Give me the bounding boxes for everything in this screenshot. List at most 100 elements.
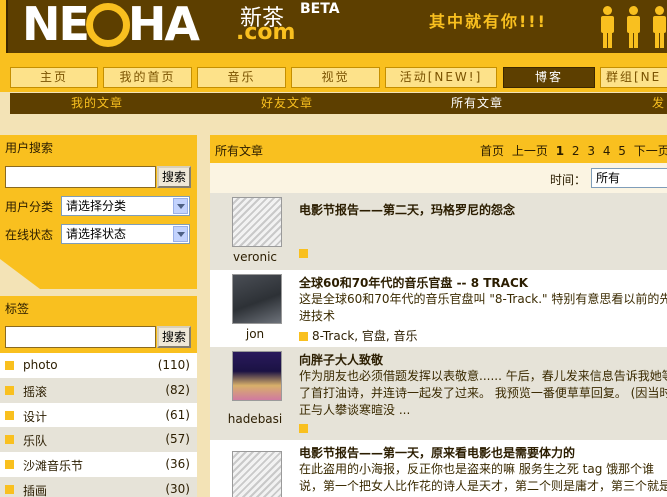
tag-count: (30) <box>165 482 190 496</box>
pager-page-3[interactable]: 3 <box>587 144 595 158</box>
main-nav: 主页 我的首页 音乐 视觉 活动[NEW!] 博客 群组[NE <box>0 62 667 92</box>
chevron-down-icon[interactable] <box>173 226 188 242</box>
tag-item[interactable]: 插画 (30) <box>0 477 197 497</box>
category-select-value: 请选择分类 <box>66 199 127 213</box>
chevron-down-icon[interactable] <box>173 198 188 214</box>
articles-title: 所有文章 <box>215 144 264 158</box>
time-filter-select[interactable]: 所有 <box>591 168 667 188</box>
post-title[interactable]: 全球60和70年代的音乐官盘 -- 8 TRACK <box>299 274 528 291</box>
square-bullet-icon <box>5 386 14 395</box>
post-tags <box>299 421 312 435</box>
square-bullet-icon <box>5 411 14 420</box>
tag-count: (61) <box>165 408 190 422</box>
site-header: NE HA 新茶 BETA .com 其中就有你!!! <box>0 0 667 62</box>
nav-my-home[interactable]: 我的首页 <box>103 67 192 88</box>
status-label: 在线状态 <box>5 228 54 242</box>
tag-item[interactable]: 乐队 (57) <box>0 427 197 452</box>
tag-item[interactable]: 沙滩音乐节 (36) <box>0 452 197 477</box>
avatar[interactable] <box>232 197 282 247</box>
tag-name[interactable]: 摇滚 <box>23 383 47 400</box>
site-logo[interactable]: NE HA <box>22 0 200 52</box>
nav-blog[interactable]: 博客 <box>503 67 595 88</box>
status-select[interactable]: 请选择状态 <box>61 224 190 244</box>
people-icon <box>600 4 667 50</box>
tags-search-panel: 搜索 <box>0 322 197 353</box>
tag-square-icon <box>299 332 308 341</box>
post-item: veronic 电影节报告——第二天，玛格罗尼的怨念 <box>210 193 667 270</box>
square-bullet-icon <box>5 435 14 444</box>
tag-name[interactable]: photo <box>23 358 58 372</box>
logo-text-left: NE <box>22 0 90 51</box>
panel-corner-decoration <box>0 249 197 289</box>
post-tags <box>299 246 312 260</box>
post-excerpt-line: 正与人攀谈寒暄没 ... <box>299 403 411 417</box>
avatar[interactable] <box>232 451 282 497</box>
category-select[interactable]: 请选择分类 <box>61 196 190 216</box>
tag-name[interactable]: 乐队 <box>23 432 47 449</box>
tag-count: (110) <box>157 358 190 372</box>
articles-header: 所有文章 首页 上一页 1 2 3 4 5 下一页 <box>210 135 667 163</box>
pager-page-1[interactable]: 1 <box>556 144 564 158</box>
post-excerpt-line: 进技术 <box>299 309 336 323</box>
post-title[interactable]: 电影节报告——第一天，原来看电影也是需要体力的 <box>299 444 575 461</box>
pager-first[interactable]: 首页 <box>480 144 504 158</box>
tag-name[interactable]: 插画 <box>23 482 47 497</box>
avatar[interactable] <box>232 274 282 324</box>
tag-square-icon <box>299 249 308 258</box>
square-bullet-icon <box>5 361 14 370</box>
post-tag-list[interactable]: 8-Track, 官盘, 音乐 <box>312 329 418 343</box>
tag-name[interactable]: 设计 <box>23 408 47 425</box>
tag-item[interactable]: 设计 (61) <box>0 403 197 428</box>
time-filter-value: 所有 <box>596 171 621 185</box>
post-title[interactable]: 电影节报告——第二天，玛格罗尼的怨念 <box>299 201 515 218</box>
post-item: jon 全球60和70年代的音乐官盘 -- 8 TRACK 这是全球60和70年… <box>210 270 667 347</box>
post-excerpt-line: 在此盗用的小海报，反正你也是盗来的嘛 服务生之死 tag 饿那个谁 <box>299 462 655 476</box>
post-author[interactable]: veronic <box>210 250 300 264</box>
pager-page-4[interactable]: 4 <box>603 144 611 158</box>
nav-music[interactable]: 音乐 <box>197 67 286 88</box>
logo-ring-icon <box>85 2 130 47</box>
subnav-friend-articles[interactable]: 好友文章 <box>261 93 313 114</box>
square-bullet-icon <box>5 460 14 469</box>
nav-visual[interactable]: 视觉 <box>291 67 380 88</box>
post-author[interactable]: jon <box>210 327 300 341</box>
post-tags: 8-Track, 官盘, 音乐 <box>299 327 418 344</box>
post-item: hadebasi 向胖子大人致敬 作为朋友也必须借题发挥以表敬意...... 午… <box>210 347 667 440</box>
post-excerpt-line: 这是全球60和70年代的音乐官盘叫 "8-Track." 特别有意思看以前的先 <box>299 292 667 306</box>
pagination: 首页 上一页 1 2 3 4 5 下一页 <box>480 142 667 159</box>
nav-events[interactable]: 活动[NEW!] <box>385 67 497 88</box>
avatar[interactable] <box>232 351 282 401</box>
user-search-panel: 搜索 用户分类 请选择分类 在线状态 请选择状态 <box>0 161 197 249</box>
tag-count: (82) <box>165 383 190 397</box>
post-author[interactable]: hadebasi <box>210 412 300 426</box>
category-label: 用户分类 <box>5 200 54 214</box>
logo-text-right: HA <box>127 0 200 51</box>
pager-page-5[interactable]: 5 <box>618 144 626 158</box>
tag-search-button[interactable]: 搜索 <box>157 326 191 348</box>
user-search-input[interactable] <box>5 166 156 188</box>
header-slogan: 其中就有你!!! <box>429 12 547 31</box>
header-bar: NE HA 新茶 BETA .com 其中就有你!!! <box>6 0 667 53</box>
tag-search-input[interactable] <box>5 326 156 348</box>
subnav-publish[interactable]: 发 <box>652 93 665 114</box>
tag-item[interactable]: photo (110) <box>0 353 197 378</box>
square-bullet-icon <box>5 485 14 494</box>
subnav-all-articles[interactable]: 所有文章 <box>451 93 503 114</box>
pager-next[interactable]: 下一页 <box>634 144 667 158</box>
logo-beta: BETA <box>300 1 340 17</box>
pager-page-2[interactable]: 2 <box>572 144 580 158</box>
status-select-value: 请选择状态 <box>66 227 127 241</box>
nav-groups[interactable]: 群组[NE <box>600 67 667 88</box>
subnav-my-articles[interactable]: 我的文章 <box>71 93 123 114</box>
tag-list: photo (110) 摇滚 (82) 设计 (61) 乐队 (57) 沙滩音乐… <box>0 353 197 497</box>
time-filter-bar: 时间： 所有 <box>210 163 667 193</box>
sub-nav: 我的文章 好友文章 所有文章 发 <box>10 93 667 114</box>
tag-name[interactable]: 沙滩音乐节 <box>23 457 83 474</box>
pager-prev[interactable]: 上一页 <box>512 144 548 158</box>
user-search-button[interactable]: 搜索 <box>157 166 191 188</box>
post-title[interactable]: 向胖子大人致敬 <box>299 351 383 368</box>
user-search-title: 用户搜索 <box>0 135 197 161</box>
tag-square-icon <box>299 424 308 433</box>
tag-item[interactable]: 摇滚 (82) <box>0 378 197 403</box>
nav-home[interactable]: 主页 <box>10 67 98 88</box>
